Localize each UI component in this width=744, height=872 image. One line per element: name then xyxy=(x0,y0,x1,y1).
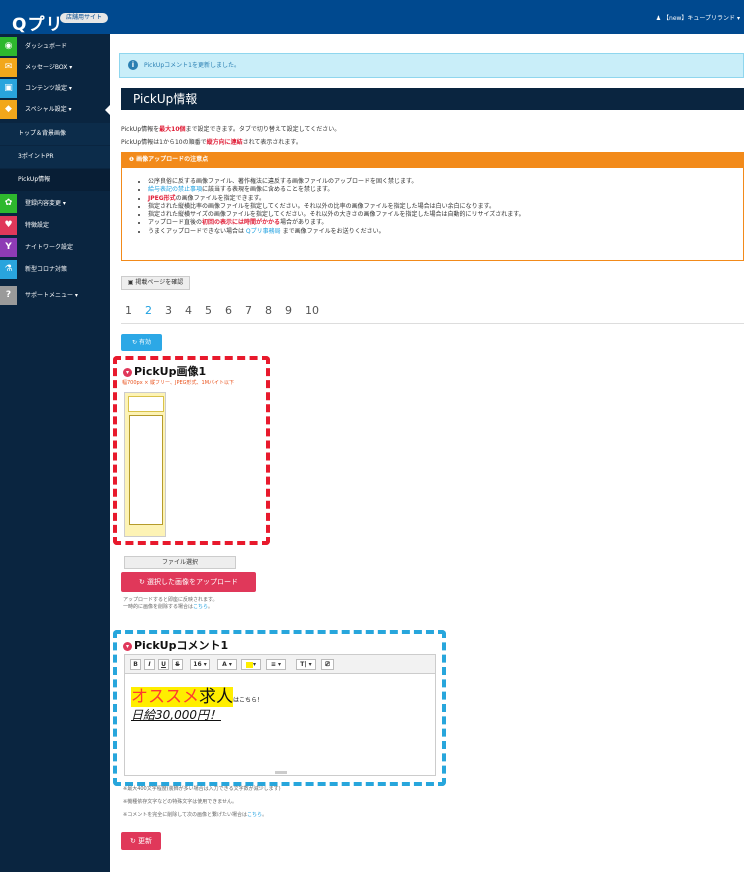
page-link-10[interactable]: 10 xyxy=(305,304,319,317)
sidebar-subitem-top-image[interactable]: トップ＆背景画像 xyxy=(0,123,110,145)
site-logo[interactable]: Qプリ xyxy=(12,10,63,35)
page-description-2: PickUp情報は1から10の順番で縦方向に連結されて表示されます。 xyxy=(121,139,302,146)
highlight-box-image xyxy=(113,356,270,545)
sidebar: ◉ ダッシュボード ✉ メッセージBOX ▾ ▣ コンテンツ設定 ▾ ◆ スペシ… xyxy=(0,34,110,872)
page-link-5[interactable]: 5 xyxy=(205,304,212,317)
upload-image-button[interactable]: ↻ 選択した画像をアップロード xyxy=(121,572,256,592)
sidebar-item-label: 新型コロナ対策 xyxy=(25,266,68,273)
page-link-7[interactable]: 7 xyxy=(245,304,252,317)
pagination: 1 2 3 4 5 6 7 8 9 10 xyxy=(125,304,332,317)
sidebar-item-corona[interactable]: ⚗ 新型コロナ対策 xyxy=(0,260,110,279)
refresh-icon: ↻ xyxy=(132,339,139,346)
preview-page-button[interactable]: ▣ 掲載ページを確認 xyxy=(121,276,190,290)
comment-note-3: ※コメントを完全に削除して次の画像と繋げたい場合はこちら。 xyxy=(123,812,268,818)
comment-note-2: ※機種依存文字などの特殊文字は使用できません。 xyxy=(123,799,238,805)
cocktail-icon: Y xyxy=(0,238,17,257)
image-icon: ▣ xyxy=(0,79,17,98)
page-link-8[interactable]: 8 xyxy=(265,304,272,317)
flask-icon: ⚗ xyxy=(0,260,17,279)
page-description-1: PickUp情報を最大10個まで設定できます。タブで切り替えて設定してください。 xyxy=(121,126,341,133)
sidebar-item-contents[interactable]: ▣ コンテンツ設定 ▾ xyxy=(0,79,110,98)
upload-note-2: 一時的に画像を削除する場合はこちら。 xyxy=(123,604,214,610)
upload-notice-header: ❶ 画像アップロードの注意点 xyxy=(121,152,744,168)
notice-item: 給与表記の禁止事項に該当する表現を画像に含めることを禁じます。 xyxy=(148,186,525,194)
envelope-icon: ✉ xyxy=(0,58,17,77)
notice-item: JPEG形式の画像ファイルを指定できます。 xyxy=(148,195,525,203)
chevron-down-icon: ▾ xyxy=(736,15,740,22)
sidebar-item-special[interactable]: ◆ スペシャル設定 ▾ xyxy=(0,100,110,119)
refresh-icon: ↻ xyxy=(138,578,148,586)
office-link[interactable]: Qプリ事務局 xyxy=(246,228,281,235)
sidebar-item-label: ナイトワーク設定 xyxy=(25,244,74,251)
user-icon: ♟ xyxy=(655,15,664,22)
user-menu[interactable]: ♟ 【new】キュープリランド ▾ xyxy=(656,13,740,22)
sidebar-item-support[interactable]: ? サポートメニュー ▾ xyxy=(0,286,110,305)
notice-item: アップロード直後の初回の表示には時間がかかる場合があります。 xyxy=(148,219,525,227)
top-header-bar: Qプリ 店舗用サイト ♟ 【new】キュープリランド ▾ xyxy=(0,0,744,35)
sidebar-item-label: ダッシュボード xyxy=(25,43,68,50)
enable-button[interactable]: ↻ 有効 xyxy=(121,334,162,351)
upload-notice-body: 公序良俗に反する画像ファイル、著作権法に違反する画像ファイルのアップロードを固く… xyxy=(121,168,744,261)
sidebar-item-label: メッセージBOX ▾ xyxy=(25,64,73,71)
sidebar-item-label: スペシャル設定 ▾ xyxy=(25,106,72,113)
comment-note-1: ※最大400文字程度(装飾が多い場合は入力できる文字数が減少します) xyxy=(123,786,281,792)
sidebar-item-registration[interactable]: ✿ 登録内容変更 ▾ xyxy=(0,194,110,213)
heart-icon: ♥ xyxy=(0,216,17,235)
sidebar-item-nightwork[interactable]: Y ナイトワーク設定 xyxy=(0,238,110,257)
info-icon: i xyxy=(128,60,138,70)
page-link-4[interactable]: 4 xyxy=(185,304,192,317)
question-icon: ? xyxy=(0,286,17,305)
update-button[interactable]: ↻ 更新 xyxy=(121,832,161,850)
sidebar-item-message-box[interactable]: ✉ メッセージBOX ▾ xyxy=(0,58,110,77)
notice-item: うまくアップロードできない場合は Qプリ事務局 まで画像ファイルをお送りください… xyxy=(148,228,525,236)
page-link-1[interactable]: 1 xyxy=(125,304,132,317)
dashboard-icon: ◉ xyxy=(0,37,17,56)
upload-note-1: アップロードすると即座に反映されます。 xyxy=(123,597,218,603)
divider xyxy=(121,323,744,324)
file-select-button[interactable]: ファイル選択 xyxy=(124,556,236,569)
notice-item: 指定された縦横比率の画像ファイルを指定してください。それ以外の比率の画像ファイル… xyxy=(148,203,525,211)
page-link-3[interactable]: 3 xyxy=(165,304,172,317)
alert-text: PickUpコメント1を更新しました。 xyxy=(144,62,240,69)
sidebar-item-label: サポートメニュー ▾ xyxy=(25,292,78,299)
sidebar-item-label: コンテンツ設定 ▾ xyxy=(25,85,72,92)
refresh-icon: ↻ xyxy=(129,837,139,845)
highlight-box-comment xyxy=(113,630,446,786)
page-link-9[interactable]: 9 xyxy=(285,304,292,317)
user-name: 【new】キュープリランド xyxy=(663,15,736,22)
sidebar-subitem-3point-pr[interactable]: 3ポイントPR xyxy=(0,146,110,168)
page-title: PickUp情報 xyxy=(121,88,744,110)
diamond-icon: ◆ xyxy=(0,100,17,119)
delete-image-link[interactable]: こちら xyxy=(193,604,208,610)
sidebar-item-label: 登録内容変更 ▾ xyxy=(25,200,66,207)
page-link-6[interactable]: 6 xyxy=(225,304,232,317)
delete-comment-link[interactable]: こちら xyxy=(247,812,262,818)
sidebar-item-dashboard[interactable]: ◉ ダッシュボード xyxy=(0,37,110,56)
gear-icon: ✿ xyxy=(0,194,17,213)
salary-rules-link[interactable]: 給与表記の禁止事項 xyxy=(148,186,202,193)
active-indicator xyxy=(105,105,110,115)
sidebar-subitem-pickup[interactable]: PickUp情報 xyxy=(0,169,110,191)
sidebar-item-features[interactable]: ♥ 特徴設定 xyxy=(0,216,110,235)
sidebar-item-label: 特徴設定 xyxy=(25,222,50,229)
page-link-2[interactable]: 2 xyxy=(145,304,152,317)
success-alert: i PickUpコメント1を更新しました。 xyxy=(119,53,744,78)
site-badge: 店舗用サイト xyxy=(60,13,109,23)
